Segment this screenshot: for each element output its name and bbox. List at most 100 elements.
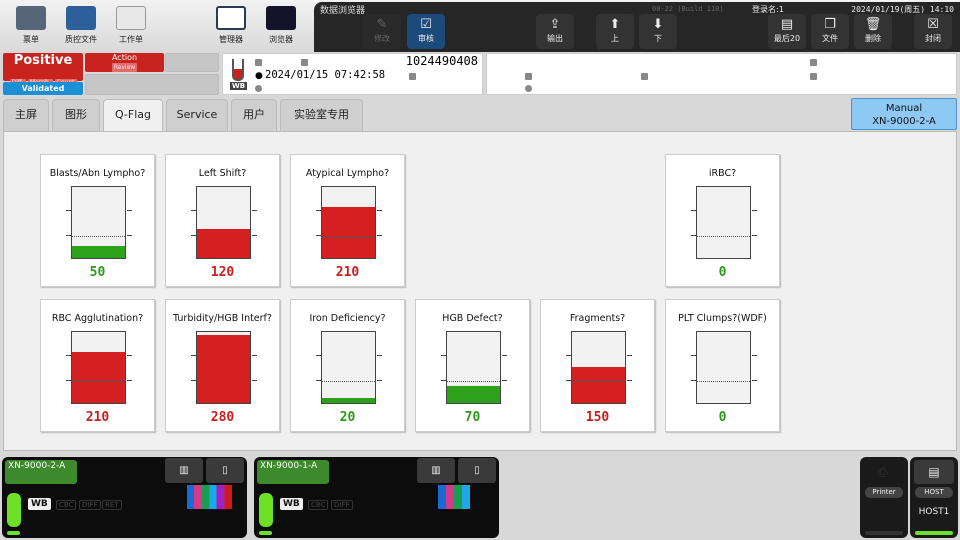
mode-label: Manual xyxy=(885,103,923,114)
scale-tick xyxy=(191,355,196,357)
qflag-bar-fill xyxy=(72,245,125,258)
toolbar-qc-file[interactable]: 质控文件 xyxy=(56,6,106,45)
qflag-name: Turbidity/HGB Interf? xyxy=(173,313,272,324)
host-label: HOST xyxy=(915,487,953,498)
toolbar-browser[interactable]: 浏览器 xyxy=(256,6,306,45)
qflag-bar xyxy=(446,331,501,404)
scale-tick xyxy=(66,210,71,212)
qflag-bar-fill xyxy=(447,385,500,403)
mode-wb: WB xyxy=(280,498,303,510)
scale-tick xyxy=(316,379,321,381)
sample-info: WB 1024490408 ● 2024/01/15 07:42:58 xyxy=(222,53,483,95)
scale-tick xyxy=(316,355,321,357)
file-icon: ❐ xyxy=(824,17,836,32)
button-label: 审核 xyxy=(418,34,434,43)
qflag-value: 20 xyxy=(339,410,356,425)
mode-button[interactable]: Manual XN-9000-2-A xyxy=(851,98,957,130)
qflag-bar-fill xyxy=(322,206,375,258)
printer-panel[interactable]: ⎙ Printer xyxy=(860,457,908,538)
close-button[interactable]: ☒ 封闭 xyxy=(914,14,952,49)
tube-button[interactable]: ▯ xyxy=(458,458,496,483)
threshold-line xyxy=(697,235,750,237)
qflag-name: Atypical Lympho? xyxy=(305,168,390,179)
threshold-line xyxy=(322,235,375,237)
tab-qflag[interactable]: Q-Flag xyxy=(103,99,163,132)
result-label: Positive xyxy=(13,53,73,68)
button-label: 上 xyxy=(611,34,619,43)
toolbar-manager[interactable]: 管理器 xyxy=(206,6,256,45)
instrument-name-label: XN-9000-1-A xyxy=(260,461,318,471)
checkbox-icon: ☑ xyxy=(420,17,432,32)
build-version: 00-22 (Build 110) xyxy=(652,5,724,13)
last20-button[interactable]: ▤ 最后20 xyxy=(768,14,806,49)
tab-graph[interactable]: 图形 xyxy=(52,99,100,131)
tab-user[interactable]: 用户 xyxy=(231,99,277,131)
tab-service[interactable]: Service xyxy=(166,99,228,131)
qflag-value: 150 xyxy=(585,410,610,425)
scale-tick xyxy=(127,355,132,357)
scale-tick xyxy=(502,355,507,357)
qflag-bar xyxy=(321,331,376,404)
tube-button[interactable]: ▯ xyxy=(206,458,244,483)
toolbar-worksheet[interactable]: 工作单 xyxy=(106,6,156,45)
host-panel[interactable]: ▤ HOST HOST1 xyxy=(910,457,958,538)
threshold-line xyxy=(572,380,625,382)
scale-tick xyxy=(316,210,321,212)
up-button[interactable]: ⬆ 上 xyxy=(596,14,634,49)
scale-tick xyxy=(127,379,132,381)
trash-icon: 🗑 xyxy=(864,17,882,32)
scale-tick xyxy=(191,210,196,212)
qflag-name: Fragments? xyxy=(569,313,626,324)
mode-diff: DIFF xyxy=(79,500,101,510)
instrument-name: XN-9000-1-A xyxy=(257,460,329,484)
down-button[interactable]: ⬇ 下 xyxy=(639,14,677,49)
last20-icon: ▤ xyxy=(780,17,794,32)
scale-tick xyxy=(316,234,321,236)
tab-lab[interactable]: 实验室专用 xyxy=(280,99,363,131)
scale-tick xyxy=(752,379,757,381)
export-button[interactable]: ⇪ 输出 xyxy=(536,14,574,49)
mode-cbc: CBC xyxy=(56,500,77,510)
patient-id-icon xyxy=(525,73,532,80)
clock-icon: ● xyxy=(255,71,263,81)
qflag-name: HGB Defect? xyxy=(442,313,503,324)
threshold-line xyxy=(447,380,500,382)
qflag-value: 120 xyxy=(210,265,235,280)
empty-status-slot xyxy=(165,53,219,72)
edit-button[interactable]: ✎ 修改 xyxy=(363,14,401,49)
data-browser-panel: 数据浏览器 00-22 (Build 110) 登录名:1 2024/01/19… xyxy=(314,2,960,52)
action-badge: Action Review xyxy=(85,53,164,72)
qflag-bar xyxy=(321,186,376,259)
scale-tick xyxy=(377,355,382,357)
rack-button[interactable]: ▥ xyxy=(165,458,203,483)
validate-button[interactable]: ☑ 审核 xyxy=(407,14,445,49)
qflag-value: 0 xyxy=(718,265,727,280)
empty-status-slot xyxy=(85,74,219,95)
file-button[interactable]: ❐ 文件 xyxy=(811,14,849,49)
qflag-name: RBC Agglutination? xyxy=(51,313,144,324)
instrument-panel-2[interactable]: XN-9000-1-A ▥ ▯ WB CBC DIFF xyxy=(254,457,499,538)
toolbar-label: 管理器 xyxy=(219,35,243,44)
qflag-value: 0 xyxy=(718,410,727,425)
scale-tick xyxy=(752,355,757,357)
toolbar-label: 浏览器 xyxy=(269,35,293,44)
toolbar-orders[interactable]: 票单 xyxy=(6,6,56,45)
qflag-card: Atypical Lympho? 210 xyxy=(290,154,405,287)
printer-led xyxy=(865,531,903,535)
scale-tick xyxy=(66,355,71,357)
scale-tick xyxy=(691,355,696,357)
threshold-line xyxy=(697,380,750,382)
tube-icon xyxy=(232,59,244,81)
qflag-card: HGB Defect? 70 xyxy=(415,299,530,432)
delete-button[interactable]: 🗑 删除 xyxy=(854,14,892,49)
rack-icon xyxy=(255,59,262,66)
doctor-icon xyxy=(810,73,817,80)
rack-button[interactable]: ▥ xyxy=(417,458,455,483)
instrument-panel-1[interactable]: XN-9000-2-A ▥ ▯ WB CBC DIFF RET xyxy=(2,457,247,538)
export-icon: ⇪ xyxy=(549,17,561,32)
qflag-value: 210 xyxy=(85,410,110,425)
qflag-card: Turbidity/HGB Interf? 280 xyxy=(165,299,280,432)
scale-tick xyxy=(566,355,571,357)
tab-main[interactable]: 主屏 xyxy=(3,99,49,131)
qflag-bar xyxy=(71,186,126,259)
